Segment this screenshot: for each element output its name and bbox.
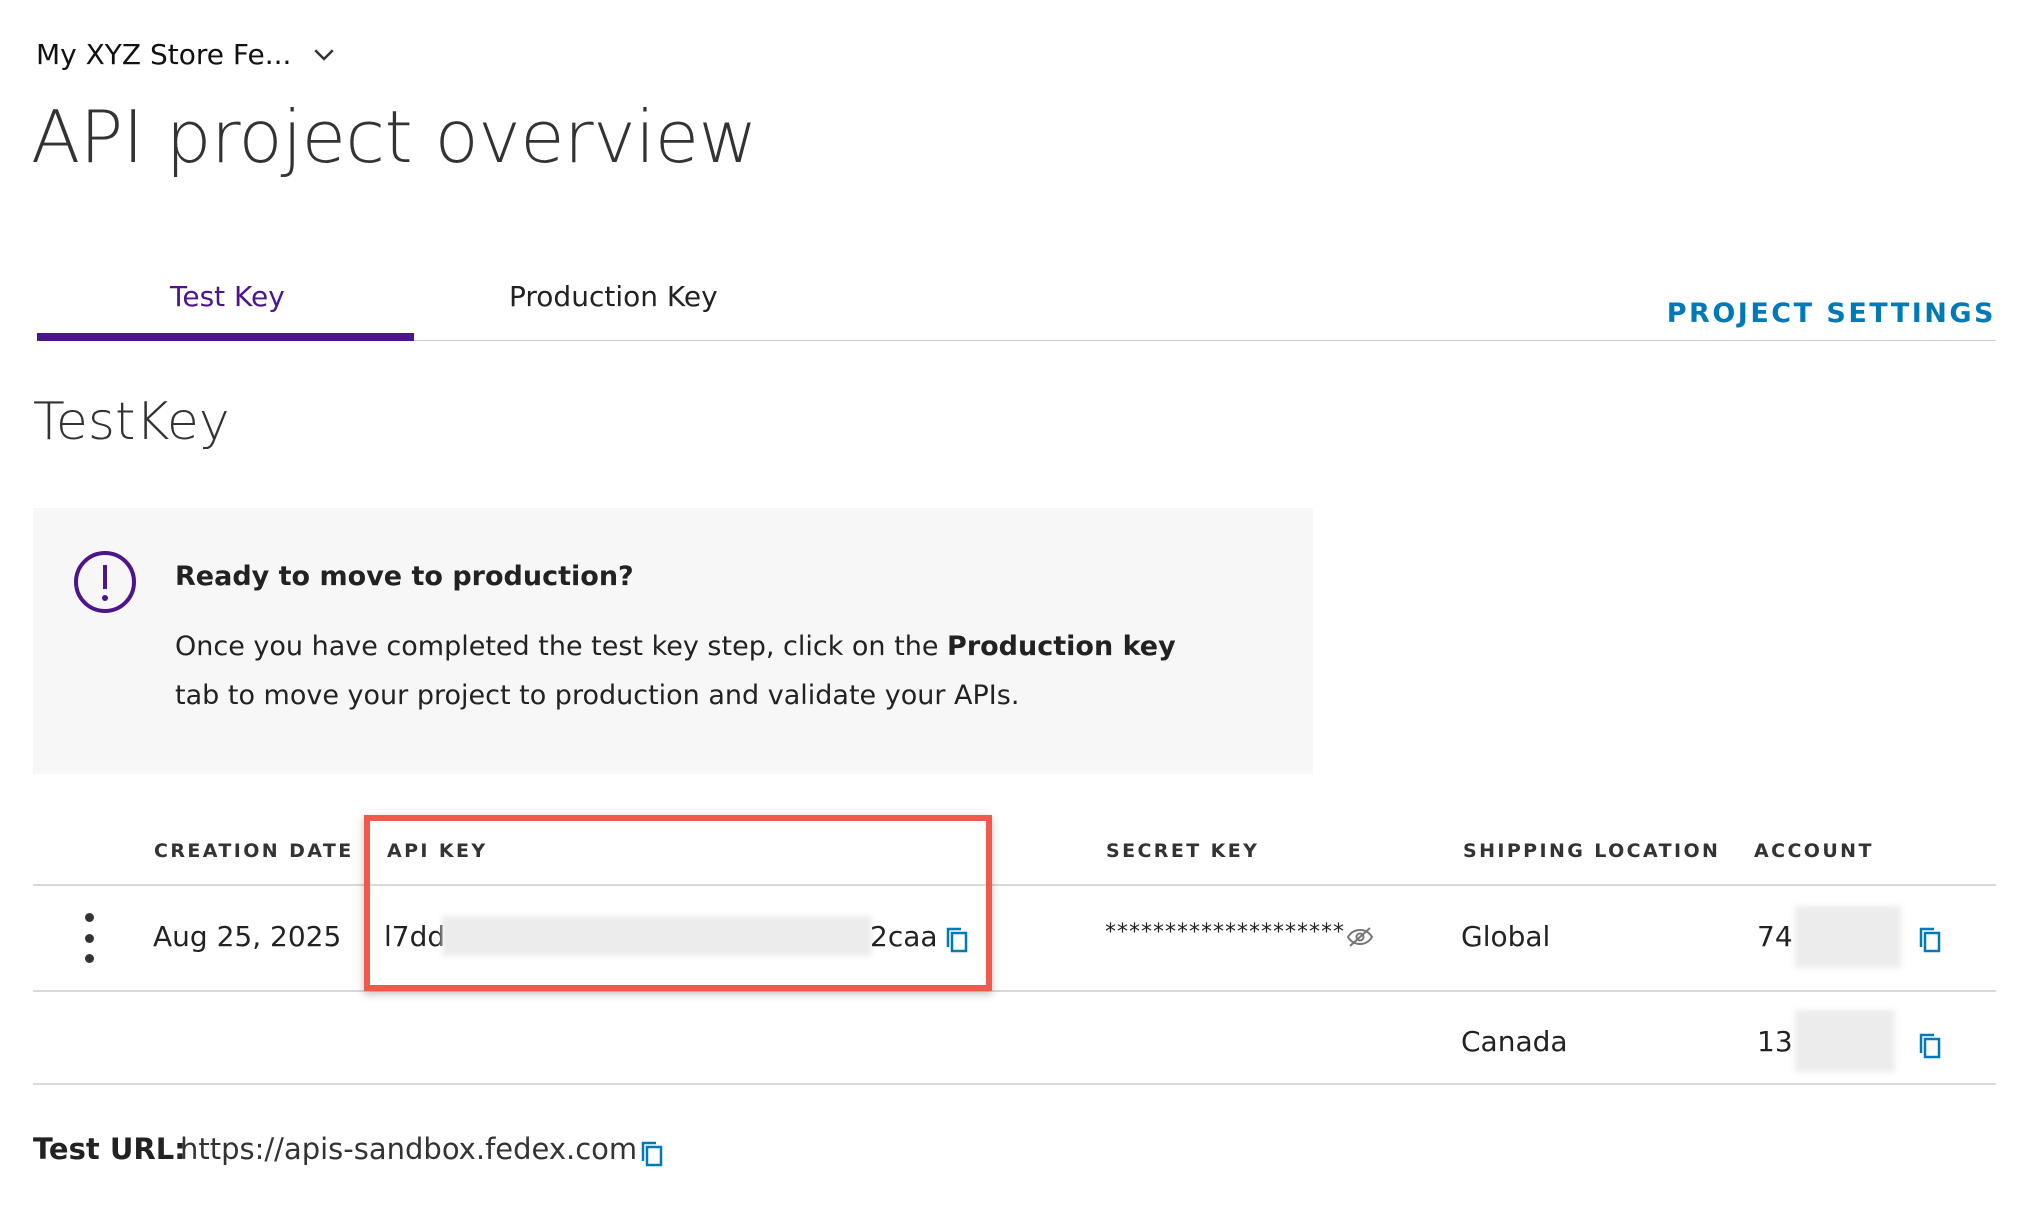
project-settings-link[interactable]: PROJECT SETTINGS bbox=[1667, 298, 1996, 329]
creation-date-value: Aug 25, 2025 bbox=[153, 920, 342, 953]
table-bottom-divider bbox=[33, 1083, 1996, 1085]
account-number-2: 130 bbox=[1757, 1025, 1793, 1058]
copy-account-icon[interactable] bbox=[1918, 926, 1942, 954]
column-header-creation-date: CREATION DATE bbox=[154, 840, 354, 862]
api-key-end: 2caa bbox=[870, 920, 938, 953]
copy-test-url-icon[interactable] bbox=[640, 1140, 664, 1168]
info-heading: Ready to move to production? bbox=[175, 561, 634, 592]
column-header-secret-key: SECRET KEY bbox=[1106, 840, 1260, 862]
chevron-down-icon bbox=[314, 49, 335, 61]
account-redacted-1 bbox=[1795, 906, 1901, 968]
copy-api-key-icon[interactable] bbox=[945, 926, 969, 954]
info-text: Once you have completed the test key ste… bbox=[175, 622, 1195, 720]
test-url-value: https://apis-sandbox.fedex.com bbox=[180, 1132, 638, 1166]
tab-production-key[interactable]: Production Key bbox=[509, 280, 718, 313]
tab-test-key[interactable]: Test Key bbox=[170, 280, 285, 313]
column-header-shipping-location: SHIPPING LOCATION bbox=[1463, 840, 1721, 862]
test-url-label: Test URL: bbox=[33, 1132, 186, 1166]
api-key-redacted bbox=[442, 916, 872, 956]
section-title: TestKey bbox=[33, 392, 230, 452]
project-name: My XYZ Store Fe... bbox=[36, 37, 292, 71]
account-number-1: 740 bbox=[1757, 920, 1793, 953]
api-key-start: l7dd bbox=[384, 920, 446, 953]
kebab-menu-icon[interactable] bbox=[76, 913, 102, 963]
page-title: API project overview bbox=[31, 95, 757, 179]
shipping-location-global: Global bbox=[1461, 920, 1551, 953]
info-text-after: tab to move your project to production a… bbox=[175, 680, 1020, 711]
table-row-divider bbox=[33, 990, 1996, 992]
info-text-bold: Production key bbox=[947, 631, 1176, 662]
table-header-divider bbox=[33, 884, 1996, 886]
info-text-before: Once you have completed the test key ste… bbox=[175, 631, 948, 662]
column-header-api-key: API KEY bbox=[387, 840, 488, 862]
active-tab-indicator bbox=[37, 333, 414, 341]
project-selector[interactable]: My XYZ Store Fe... bbox=[36, 32, 339, 76]
shipping-location-canada: Canada bbox=[1461, 1025, 1568, 1058]
eye-off-icon[interactable] bbox=[1346, 925, 1374, 949]
column-header-account: ACCOUNT bbox=[1754, 840, 1874, 862]
info-icon bbox=[74, 551, 136, 613]
secret-key-masked: ******************** bbox=[1105, 920, 1345, 945]
account-redacted-2 bbox=[1795, 1010, 1895, 1072]
copy-account-icon[interactable] bbox=[1918, 1032, 1942, 1060]
